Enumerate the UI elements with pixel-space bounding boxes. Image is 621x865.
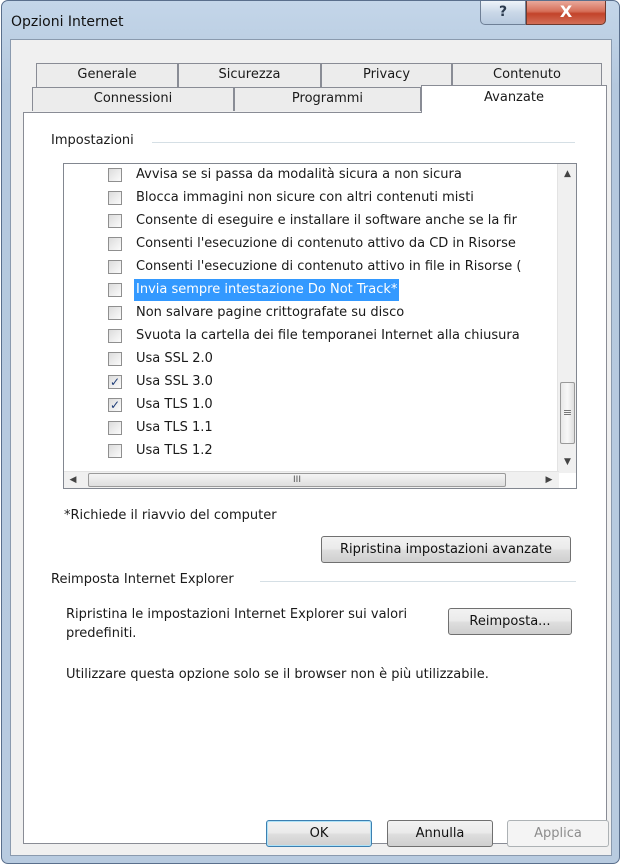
tab-label: Sicurezza [218, 67, 281, 82]
checkbox[interactable] [108, 444, 122, 458]
setting-label: Usa SSL 2.0 [136, 351, 213, 366]
setting-label: Usa SSL 3.0 [136, 374, 213, 389]
setting-label: Consenti l'esecuzione di contenuto attiv… [136, 236, 516, 251]
setting-label: Svuota la cartella dei file temporanei I… [136, 328, 520, 343]
tab-label: Connessioni [93, 91, 173, 106]
checkbox[interactable] [108, 168, 122, 182]
checkbox[interactable]: ✓ [108, 398, 122, 412]
apply-button[interactable]: Applica [507, 820, 609, 847]
checkbox[interactable] [108, 283, 122, 297]
scroll-down-arrow-icon[interactable]: ▼ [558, 454, 576, 471]
group-divider [260, 581, 576, 582]
setting-label: Consente di eseguire e installare il sof… [136, 213, 517, 228]
reset-button[interactable]: Reimposta... [448, 608, 572, 635]
ok-button[interactable]: OK [266, 820, 372, 847]
checkbox[interactable] [108, 421, 122, 435]
settings-group-title: Impostazioni [51, 133, 140, 148]
reset-description: Ripristina le impostazioni Internet Expl… [66, 607, 408, 641]
checkbox[interactable]: ✓ [108, 375, 122, 389]
horizontal-scroll-thumb[interactable]: III [88, 473, 506, 487]
tab-label: Contenuto [493, 67, 561, 82]
tab-generale[interactable]: Generale [36, 63, 178, 87]
setting-label: Blocca immagini non sicure con altri con… [136, 190, 474, 205]
window-title: Opzioni Internet [11, 14, 124, 30]
tab-connessioni[interactable]: Connessioni [32, 87, 234, 111]
tab-privacy[interactable]: Privacy [321, 63, 452, 87]
restore-advanced-settings-button[interactable]: Ripristina impostazioni avanzate [321, 536, 571, 563]
setting-label: Usa TLS 1.0 [136, 397, 213, 412]
checkbox[interactable] [108, 191, 122, 205]
setting-label: Usa TLS 1.1 [136, 420, 213, 435]
vertical-scrollbar[interactable]: ▲ ≡ ▼ [557, 164, 576, 473]
checkbox[interactable] [108, 329, 122, 343]
tab-sicurezza[interactable]: Sicurezza [178, 63, 321, 87]
vertical-scroll-thumb[interactable]: ≡ [560, 382, 575, 444]
setting-label: Invia sempre intestazione Do Not Track* [134, 279, 400, 301]
tab-label: Privacy [362, 67, 411, 82]
checkbox[interactable] [108, 260, 122, 274]
settings-listbox[interactable]: Avvisa se si passa da modalità sicura a … [63, 163, 577, 489]
reset-group-title: Reimposta Internet Explorer [51, 572, 240, 587]
restart-note: *Richiede il riavvio del computer [64, 508, 277, 523]
setting-label: Avvisa se si passa da modalità sicura a … [136, 167, 462, 182]
internet-options-window: Opzioni Internet ? X Generale Sicurezza … [1, 0, 620, 864]
checkbox[interactable] [108, 352, 122, 366]
setting-label: Usa TLS 1.2 [136, 443, 213, 458]
close-button[interactable]: X [526, 1, 606, 25]
title-bar[interactable]: Opzioni Internet ? X [2, 1, 619, 39]
tab-contenuto[interactable]: Contenuto [452, 63, 602, 87]
cancel-button[interactable]: Annulla [387, 820, 493, 847]
tab-label: Avanzate [484, 90, 544, 105]
scroll-right-arrow-icon[interactable]: ▶ [540, 472, 558, 488]
group-divider [152, 142, 575, 143]
setting-label: Consenti l'esecuzione di contenuto attiv… [136, 259, 522, 274]
tab-programmi[interactable]: Programmi [234, 87, 421, 111]
reset-note: Utilizzare questa opzione solo se il bro… [66, 667, 489, 682]
help-button[interactable]: ? [480, 1, 526, 25]
scroll-left-arrow-icon[interactable]: ◀ [64, 472, 82, 488]
tab-avanzate[interactable]: Avanzate [421, 85, 607, 113]
checkbox[interactable] [108, 237, 122, 251]
checkbox[interactable] [108, 214, 122, 228]
scroll-up-arrow-icon[interactable]: ▲ [558, 166, 576, 183]
horizontal-scrollbar[interactable]: ◀ III ▶ [64, 471, 559, 488]
tab-label: Programmi [291, 91, 364, 106]
checkbox[interactable] [108, 306, 122, 320]
tab-label: Generale [77, 67, 137, 82]
setting-label: Non salvare pagine crittografate su disc… [136, 305, 405, 320]
